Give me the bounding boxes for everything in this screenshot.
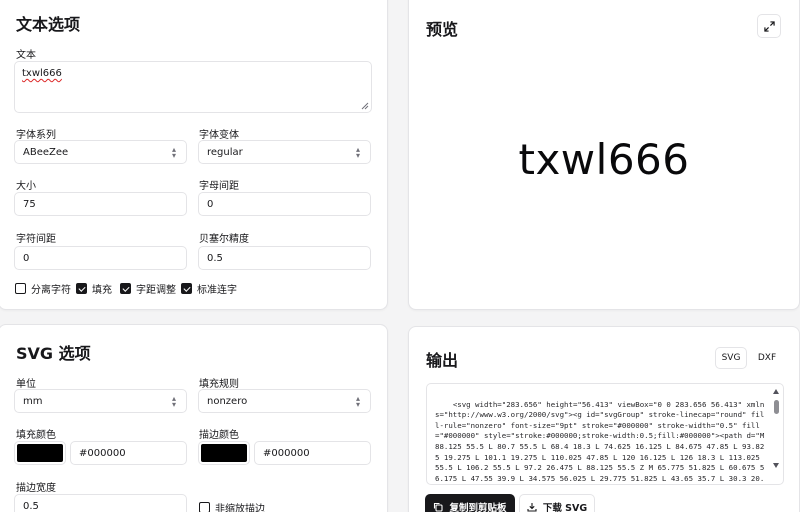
font-variant-select[interactable]: regular ▴ ▾: [198, 140, 371, 164]
checkbox-box[interactable]: [181, 283, 192, 294]
copy-button[interactable]: 复制到剪贴板: [425, 494, 515, 512]
preview-card: 预览 txwl666: [408, 0, 800, 310]
svg-options-title: SVG 选项: [16, 344, 91, 363]
checkbox-label: 非缩放描边: [215, 504, 265, 512]
copy-label: 复制到剪贴板: [449, 503, 507, 512]
stroke-color-input[interactable]: #000000: [254, 441, 371, 465]
font-family-label: 字体系列: [16, 130, 56, 141]
tab-svg[interactable]: SVG: [715, 347, 747, 369]
font-variant-label: 字体变体: [199, 130, 239, 141]
download-svg-button[interactable]: 下载 SVG: [519, 494, 595, 512]
checkbox-box[interactable]: [15, 283, 26, 294]
download-label: 下载 SVG: [542, 503, 588, 512]
non-scaling-stroke-checkbox[interactable]: 非缩放描边: [199, 500, 265, 512]
char-spacing-value: 0: [23, 252, 30, 264]
scroll-down-icon[interactable]: [773, 463, 779, 468]
resize-handle-icon[interactable]: [361, 102, 369, 110]
bezier-label: 贝塞尔精度: [199, 234, 249, 245]
chevron-updown-icon: ▴ ▾: [171, 145, 176, 160]
checkbox-box[interactable]: [120, 283, 131, 294]
checkbox-label: 分离字符: [31, 285, 71, 296]
chevron-updown-icon: ▴ ▾: [171, 394, 176, 409]
scroll-thumb[interactable]: [774, 400, 779, 414]
svg-options-card: SVG 选项 单位 mm ▴ ▾ 填充规则 nonzero ▴ ▾ 填充颜色 #00…: [0, 324, 388, 512]
fill-checkbox[interactable]: 填充: [76, 281, 112, 296]
font-variant-value: regular: [207, 146, 243, 158]
svg-output-text: <svg width="283.656" height="56.413" vie…: [435, 399, 765, 483]
stroke-width-label: 描边宽度: [16, 483, 56, 494]
char-spacing-input[interactable]: 0: [14, 246, 187, 270]
fill-rule-select[interactable]: nonzero ▴ ▾: [198, 389, 371, 413]
checkbox-label: 填充: [92, 285, 112, 296]
text-options-title: 文本选项: [16, 15, 81, 34]
chevron-updown-icon: ▴ ▾: [355, 394, 360, 409]
size-value: 75: [23, 198, 36, 210]
letter-spacing-label: 字母间距: [199, 181, 239, 192]
separate-chars-checkbox[interactable]: 分离字符: [15, 281, 71, 296]
text-input-value: txwl666: [22, 68, 62, 79]
stroke-color-value: #000000: [263, 447, 310, 459]
fill-color-value: #000000: [79, 447, 126, 459]
scroll-up-icon[interactable]: [773, 389, 779, 394]
output-card: 输出 SVG DXF <svg width="283.656" height="…: [408, 326, 800, 512]
text-options-card: 文本选项 文本 txwl666 字体系列 ABeeZee ▴ ▾ 字体变体 reg…: [0, 0, 388, 310]
output-scrollbar[interactable]: [772, 386, 781, 482]
checkbox-label: 标准连字: [197, 285, 237, 296]
fill-color-input[interactable]: #000000: [70, 441, 187, 465]
stroke-color-swatch[interactable]: [198, 441, 250, 465]
unit-value: mm: [23, 395, 43, 407]
stroke-width-input[interactable]: 0.5: [14, 494, 187, 512]
stroke-width-value: 0.5: [23, 500, 39, 512]
bezier-input[interactable]: 0.5: [198, 246, 371, 270]
size-label: 大小: [16, 181, 36, 192]
bezier-value: 0.5: [207, 252, 223, 264]
letter-spacing-value: 0: [207, 198, 214, 210]
unit-label: 单位: [16, 379, 36, 390]
fill-rule-value: nonzero: [207, 395, 248, 407]
chevron-updown-icon: ▴ ▾: [355, 145, 360, 160]
output-title: 输出: [426, 351, 459, 370]
fill-color-swatch[interactable]: [14, 441, 66, 465]
kerning-checkbox[interactable]: 字距调整: [120, 281, 176, 296]
checkbox-box[interactable]: [199, 502, 210, 512]
text-label: 文本: [16, 50, 36, 61]
checkbox-box[interactable]: [76, 283, 87, 294]
font-family-value: ABeeZee: [23, 146, 69, 158]
size-input[interactable]: 75: [14, 192, 187, 216]
stroke-color-label: 描边颜色: [199, 430, 239, 441]
fill-color-sample: [17, 444, 63, 462]
fill-rule-label: 填充规则: [199, 379, 239, 390]
svg-output-code[interactable]: <svg width="283.656" height="56.413" vie…: [426, 383, 784, 485]
preview-title: 预览: [426, 20, 459, 39]
text-input[interactable]: txwl666: [14, 61, 372, 113]
stroke-color-sample: [201, 444, 247, 462]
tab-dxf[interactable]: DXF: [752, 347, 782, 369]
download-icon: [527, 503, 537, 512]
copy-icon: [434, 502, 444, 512]
letter-spacing-input[interactable]: 0: [198, 192, 371, 216]
font-family-select[interactable]: ABeeZee ▴ ▾: [14, 140, 187, 164]
unit-select[interactable]: mm ▴ ▾: [14, 389, 187, 413]
checkbox-label: 字距调整: [136, 285, 176, 296]
expand-button[interactable]: [757, 14, 781, 38]
char-spacing-label: 字符间距: [16, 234, 56, 245]
expand-icon: [763, 20, 775, 32]
fill-color-label: 填充颜色: [16, 430, 56, 441]
ligatures-checkbox[interactable]: 标准连字: [181, 281, 237, 296]
preview-text: txwl666: [518, 135, 690, 184]
